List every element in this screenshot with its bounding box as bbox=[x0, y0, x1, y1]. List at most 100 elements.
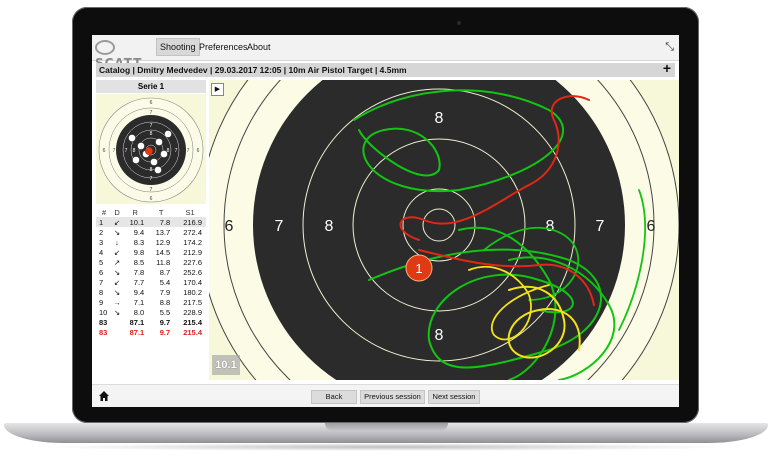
shot-direction: ↘ bbox=[113, 267, 121, 277]
add-icon[interactable]: + bbox=[663, 61, 671, 75]
shot-direction: ↘ bbox=[113, 287, 121, 297]
menu-shooting[interactable]: Shooting bbox=[156, 38, 200, 56]
back-button[interactable]: Back bbox=[311, 390, 357, 404]
ring-number-8-right: 8 bbox=[546, 218, 555, 235]
shot-number: 10 bbox=[99, 307, 108, 317]
shot-number: 2 bbox=[99, 227, 104, 237]
shot-time: 7.8 bbox=[148, 217, 175, 227]
svg-text:8: 8 bbox=[150, 167, 153, 173]
svg-text:7: 7 bbox=[187, 148, 190, 154]
menu-bar: SCATT Shooting Preferences About ⤡ bbox=[92, 35, 679, 70]
last-score: 10.1 bbox=[212, 355, 240, 375]
col-s1: S1 bbox=[185, 208, 195, 217]
shot-time: 8.7 bbox=[159, 267, 171, 277]
svg-text:7: 7 bbox=[150, 110, 153, 116]
shot-s1: 228.9 bbox=[183, 307, 202, 317]
shot-time: 12.9 bbox=[155, 237, 171, 247]
shot-s1: 170.4 bbox=[183, 277, 202, 287]
shot-number: 5 bbox=[99, 257, 104, 267]
shot-number: 1 bbox=[96, 217, 112, 227]
shot-s1: 217.5 bbox=[183, 297, 202, 307]
shot-time: 11.8 bbox=[156, 257, 171, 267]
session-title-bar: Catalog | Dmitry Medvedev | 29.03.2017 1… bbox=[96, 61, 675, 77]
shot-direction: → bbox=[113, 297, 121, 307]
shot-s1: 272.4 bbox=[183, 227, 202, 237]
menu-preferences[interactable]: Preferences bbox=[196, 39, 251, 55]
bottom-bar: Back Previous session Next session bbox=[92, 384, 679, 407]
ring-number-8-left: 8 bbox=[325, 218, 334, 235]
home-icon[interactable] bbox=[98, 390, 110, 402]
shot-direction: ↘ bbox=[113, 227, 121, 237]
table-row[interactable]: 4 ↙ 9.8 14.5 212.9 bbox=[96, 247, 206, 257]
svg-text:7: 7 bbox=[150, 187, 153, 193]
col-index: # bbox=[101, 208, 106, 217]
svg-text:7: 7 bbox=[113, 148, 116, 154]
shot-direction: ↘ bbox=[113, 307, 121, 317]
serie-panel: Serie 1 7777 8888 6767 6767 # D R T S1 1… bbox=[96, 80, 206, 380]
previous-session-button[interactable]: Previous session bbox=[360, 390, 425, 404]
shot-number: 7 bbox=[99, 277, 104, 287]
shot-direction: ↙ bbox=[113, 277, 121, 287]
shot-s1: 180.2 bbox=[183, 287, 202, 297]
svg-text:7: 7 bbox=[125, 148, 128, 154]
shot-direction: ↙ bbox=[111, 217, 123, 227]
shot-time: 5.4 bbox=[159, 277, 171, 287]
col-result: R bbox=[132, 208, 138, 217]
shot-s1: 216.9 bbox=[174, 217, 206, 227]
svg-text:8: 8 bbox=[133, 148, 136, 154]
shot-result: 7.8 bbox=[133, 267, 145, 277]
shot-result: 7.1 bbox=[133, 297, 145, 307]
shot-s1: 227.6 bbox=[183, 257, 202, 267]
shot-result: 7.7 bbox=[133, 277, 145, 287]
table-row[interactable]: 9 → 7.1 8.8 217.5 bbox=[96, 297, 206, 307]
shot-result: 8.5 bbox=[133, 257, 145, 267]
table-row[interactable]: 7 ↙ 7.7 5.4 170.4 bbox=[96, 277, 206, 287]
next-session-button[interactable]: Next session bbox=[428, 390, 480, 404]
shot-result: 8.0 bbox=[133, 307, 145, 317]
table-row[interactable]: 5 ↗ 8.5 11.8 227.6 bbox=[96, 257, 206, 267]
target-view[interactable]: 6 7 8 8 7 6 8 8 1 ▶ 10.1 bbox=[209, 80, 679, 380]
shot-direction: ↙ bbox=[113, 247, 121, 257]
table-row[interactable]: 2 ↘ 9.4 13.7 272.4 bbox=[96, 227, 206, 237]
svg-text:7: 7 bbox=[150, 176, 153, 182]
menu-about[interactable]: About bbox=[244, 39, 274, 55]
shot-label: 1 bbox=[415, 261, 422, 276]
shot-result: 9.4 bbox=[133, 287, 145, 297]
svg-text:6: 6 bbox=[103, 148, 106, 154]
camera-dot bbox=[457, 21, 461, 25]
shot-number: 4 bbox=[99, 247, 104, 257]
target-thumbnail[interactable]: 7777 8888 6767 6767 bbox=[96, 94, 206, 204]
ring-number-8-top: 8 bbox=[435, 110, 444, 127]
table-row[interactable]: 8 ↘ 9.4 7.9 180.2 bbox=[96, 287, 206, 297]
col-time: T bbox=[158, 208, 164, 217]
shot-time: 8.8 bbox=[159, 297, 171, 307]
shot-s1: 212.9 bbox=[183, 247, 202, 257]
shot-direction: ↗ bbox=[113, 257, 121, 267]
shot-number: 6 bbox=[99, 267, 104, 277]
shot-number: 3 bbox=[99, 237, 104, 247]
app-logo: SCATT bbox=[95, 40, 153, 70]
laptop-notch bbox=[325, 423, 448, 431]
ring-number-7-left: 7 bbox=[275, 218, 284, 235]
svg-text:7: 7 bbox=[175, 148, 178, 154]
shot-time: 14.5 bbox=[155, 247, 171, 257]
table-row[interactable]: 10 ↘ 8.0 5.5 228.9 bbox=[96, 307, 206, 317]
shot-direction: ↓ bbox=[115, 237, 119, 247]
svg-text:8: 8 bbox=[150, 131, 153, 137]
table-row[interactable]: 3 ↓ 8.3 12.9 174.2 bbox=[96, 237, 206, 247]
shot-result: 10.1 bbox=[122, 217, 149, 227]
play-icon[interactable]: ▶ bbox=[211, 83, 224, 96]
table-row[interactable]: 6 ↘ 7.8 8.7 252.6 bbox=[96, 267, 206, 277]
ring-number-6-right: 6 bbox=[647, 218, 656, 235]
shot-s1: 174.2 bbox=[183, 237, 202, 247]
shot-time: 13.7 bbox=[155, 227, 171, 237]
svg-text:6: 6 bbox=[197, 148, 200, 154]
table-row[interactable]: 1 ↙ 10.1 7.8 216.9 bbox=[96, 217, 206, 227]
svg-text:6: 6 bbox=[150, 196, 153, 202]
svg-text:7: 7 bbox=[150, 123, 153, 129]
serie-title: Serie 1 bbox=[96, 80, 206, 93]
total-row: 83 87.1 9.7 215.4 bbox=[99, 317, 202, 327]
shot-number: 9 bbox=[99, 297, 104, 307]
collapse-icon[interactable]: ⤡ bbox=[665, 41, 674, 53]
svg-text:6: 6 bbox=[150, 100, 153, 106]
